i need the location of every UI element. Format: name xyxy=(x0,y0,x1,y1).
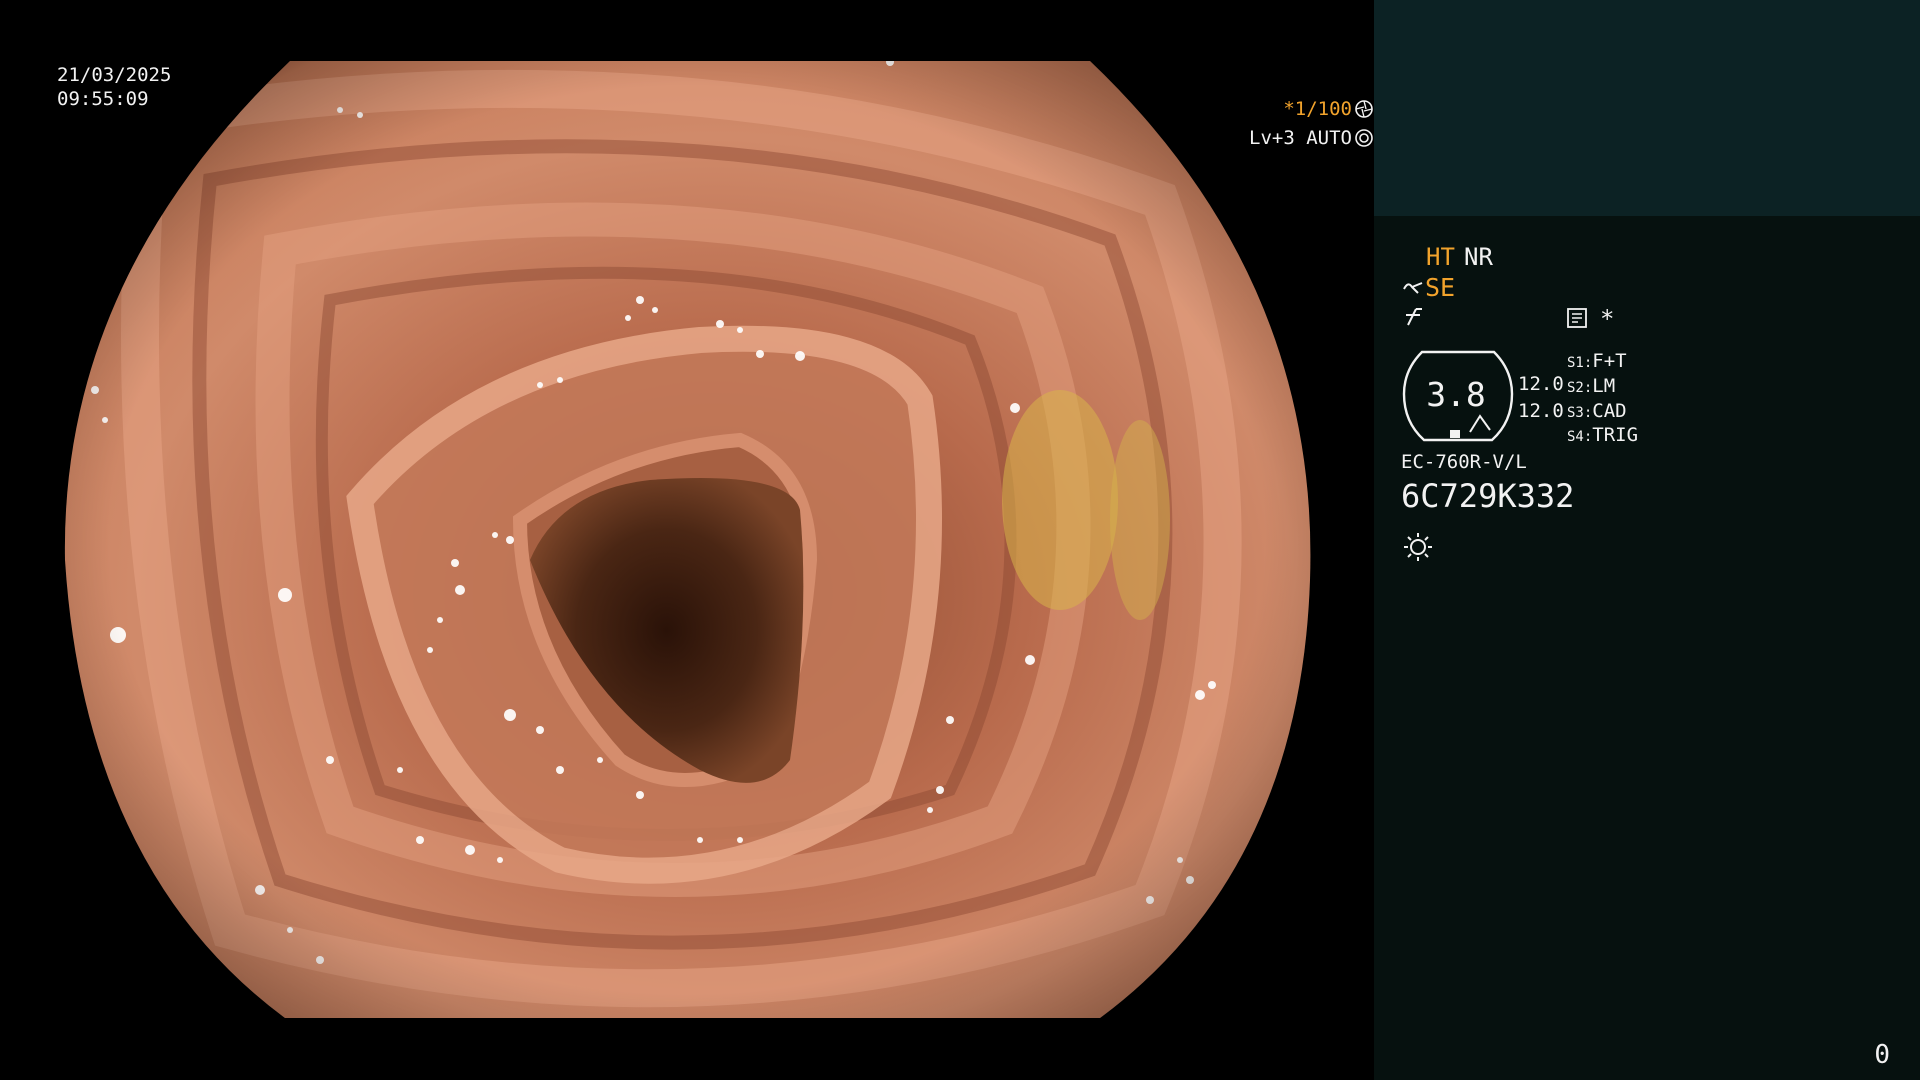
memo-icon xyxy=(1567,308,1587,328)
switch-value-4: TRIG xyxy=(1592,424,1639,446)
ht-mode-label: HT xyxy=(1426,243,1455,271)
shutter-speed-indicator: *1/100 xyxy=(54,98,1374,120)
structure-enhance-icon xyxy=(1403,282,1423,294)
se-mode-label: SE xyxy=(1425,273,1456,302)
switch-assignment-3: S3:CAD xyxy=(1567,400,1627,422)
memo-star: * xyxy=(1600,305,1615,333)
scope-model: EC-760R-V/L xyxy=(1401,451,1527,473)
switch-value-1: F+T xyxy=(1592,350,1627,372)
switch-assignment-2: S2:LM xyxy=(1567,375,1615,397)
switch-key-1: S1: xyxy=(1567,355,1593,371)
shutter-speed-value: *1/100 xyxy=(1283,98,1352,120)
light-source-icon xyxy=(1404,533,1432,561)
switch-value-3: CAD xyxy=(1592,400,1627,422)
zoom-value: 3.8 xyxy=(1426,375,1486,414)
zoom-sub-value-1: 12.0 xyxy=(1518,373,1564,395)
switch-key-2: S2: xyxy=(1567,380,1593,396)
scope-serial-number: 6C729K332 xyxy=(1401,477,1575,515)
info-panel: HT NR SE * 3.8 12.0 12.0 S1:F+T S2:LM S3… xyxy=(1374,0,1920,1080)
switch-assignment-1: S1:F+T xyxy=(1567,350,1627,372)
zoom-sub-value-2: 12.0 xyxy=(1518,400,1564,422)
exposure-indicator: Lv+3 AUTO xyxy=(54,127,1374,149)
exposure-value: Lv+3 AUTO xyxy=(1249,127,1352,149)
switch-assignment-4: S4:TRIG xyxy=(1567,424,1638,446)
nr-mode-label: NR xyxy=(1464,243,1493,271)
date-readout: 21/03/2025 xyxy=(57,64,172,86)
thumbnail-area xyxy=(1374,0,1920,216)
freeze-icon xyxy=(1406,308,1422,326)
iris-auto-icon xyxy=(1355,129,1373,147)
endoscopy-display: 21/03/2025 09:55:09 *1/100 Lv+3 AUTO HT … xyxy=(0,0,1920,1080)
switch-value-2: LM xyxy=(1592,375,1616,397)
endoscope-view: 21/03/2025 09:55:09 *1/100 Lv+3 AUTO xyxy=(0,0,1374,1080)
colon-lumen-image xyxy=(64,61,1311,1018)
switch-key-4: S4: xyxy=(1567,429,1593,445)
switch-key-3: S3: xyxy=(1567,405,1593,421)
image-counter: 0 xyxy=(1874,1040,1890,1070)
aperture-icon xyxy=(1355,100,1373,118)
